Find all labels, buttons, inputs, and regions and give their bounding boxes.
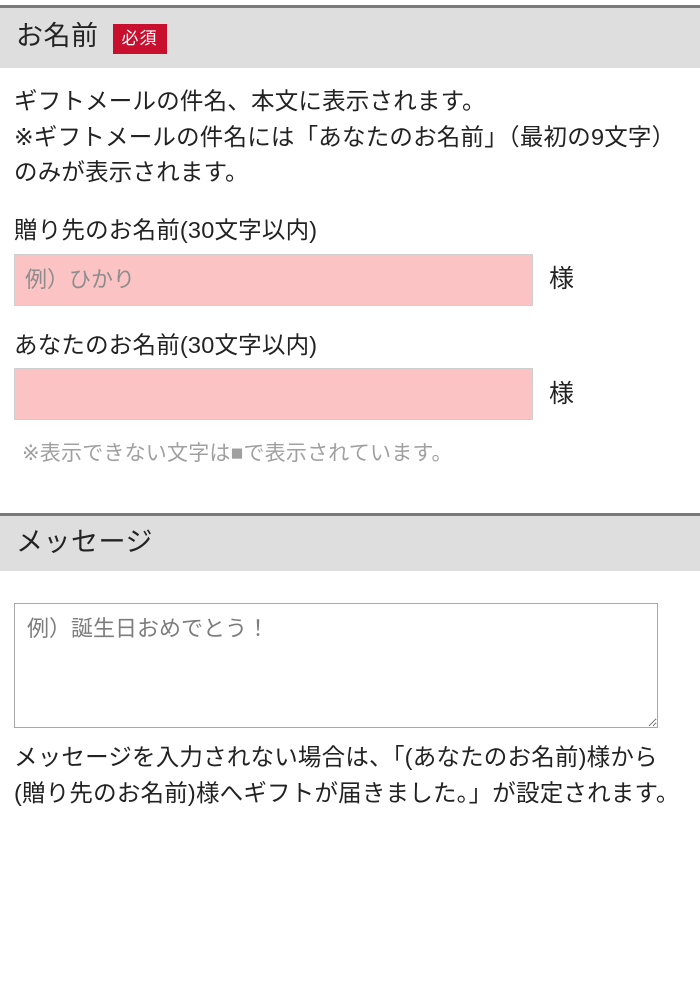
section-header-name: お名前 必須 bbox=[0, 5, 700, 68]
intro-line-2: ※ギフトメールの件名には「あなたのお名前」（最初の9文字）のみが表示されます。 bbox=[14, 123, 676, 186]
unsupported-characters-note: ※表示できない文字は■で表示されています。 bbox=[22, 442, 453, 466]
message-textarea-wrap bbox=[14, 571, 686, 729]
label-your-name: あなたのお名前(30文字以内) bbox=[14, 331, 318, 358]
recipient-name-suffix: 様 bbox=[549, 265, 575, 294]
section-title-message: メッセージ bbox=[16, 526, 153, 557]
your-name-suffix: 様 bbox=[549, 379, 575, 408]
recipient-name-input[interactable] bbox=[14, 253, 533, 306]
message-textarea[interactable] bbox=[14, 603, 658, 729]
required-badge: 必須 bbox=[112, 24, 167, 54]
field-row-recipient-name: 様 bbox=[14, 253, 686, 306]
gift-form-page: お名前 必須 ギフトメールの件名、本文に表示されます。 ※ギフトメールの件名には… bbox=[0, 5, 700, 989]
your-name-input[interactable] bbox=[14, 368, 533, 421]
field-row-your-name: 様 bbox=[14, 368, 686, 421]
section-header-message: メッセージ bbox=[0, 512, 700, 572]
message-default-note: メッセージを入力されない場合は、「(あなたのお名前)様から(贈り先のお名前)様へ… bbox=[14, 744, 680, 806]
label-recipient-name: 贈り先のお名前(30文字以内) bbox=[14, 217, 318, 244]
intro-line-1: ギフトメールの件名、本文に表示されます。 bbox=[14, 88, 486, 114]
section-body-message: メッセージを入力されない場合は、「(あなたのお名前)様から(贈り先のお名前)様へ… bbox=[0, 571, 700, 811]
section-body-name: ギフトメールの件名、本文に表示されます。 ※ギフトメールの件名には「あなたのお名… bbox=[0, 68, 700, 468]
section-title-name: お名前 bbox=[16, 21, 99, 52]
section-divider-gap bbox=[0, 467, 700, 513]
